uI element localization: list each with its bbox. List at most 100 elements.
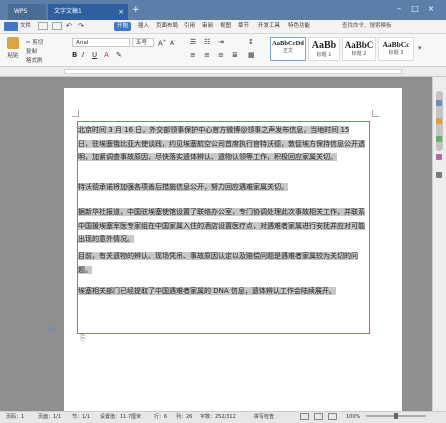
paragraph-5[interactable]: 埃塞相关部门已经提取了中国遇难者家属的 DNA 信息，遗体辨认工作会陆续展开。 [78, 285, 365, 299]
cut-label: 剪切 [32, 40, 44, 46]
menu-references[interactable]: 引用 [184, 22, 195, 31]
side-tool-icon-3[interactable] [436, 136, 442, 142]
web-view-icon[interactable] [314, 413, 323, 420]
menu-developer[interactable]: 开发工具 [258, 22, 280, 31]
style-heading-1[interactable]: AaBb 标题 1 [308, 37, 340, 61]
align-left-icon[interactable]: ≡ [190, 51, 196, 59]
shrink-font-icon[interactable]: A- [170, 38, 176, 47]
paragraph-2-text: 特沃德承诺将加强各项善后措施信息公开，努力回应遇难家属关切。 [78, 183, 288, 191]
ruler [0, 67, 446, 77]
menu-features[interactable]: 特色功能 [288, 22, 310, 31]
print-icon[interactable] [52, 22, 62, 30]
highlight-icon[interactable]: ✎ [116, 51, 122, 59]
status-word-count[interactable]: 字数：252/312 [200, 412, 236, 422]
styles-more-icon[interactable]: ▾ [418, 44, 422, 52]
paragraph-1-text: 北京时间 3 月 16 日，外交部领事保护中心官方微博@领事之声发布信息，当地时… [78, 126, 365, 161]
file-menu-icon[interactable] [4, 22, 18, 31]
margin-mark-top-right [372, 110, 379, 117]
menu-view[interactable]: 视图 [220, 22, 231, 31]
status-page-number: 页码：1 [6, 414, 25, 420]
tab-document-label: 文字文稿1 [54, 8, 82, 15]
menu-chapter[interactable]: 章节 [238, 22, 249, 31]
style-normal[interactable]: AaBbCcDd 正文 [270, 37, 306, 61]
save-icon[interactable] [38, 22, 48, 30]
grow-font-icon[interactable]: A+ [158, 38, 166, 47]
format-painter-label: 格式刷 [26, 58, 43, 64]
side-tool-icon-2[interactable] [436, 118, 442, 124]
indent-icon[interactable]: ⇥ [218, 38, 224, 46]
style-heading-2[interactable]: AaBbC 标题 2 [342, 37, 376, 61]
status-column: 列：26 [176, 414, 193, 420]
paste-icon [7, 37, 19, 49]
font-color-icon[interactable]: A [104, 51, 109, 59]
margin-mark-top-left [72, 110, 79, 117]
numbered-list-icon[interactable]: ☷ [204, 38, 210, 46]
undo-icon[interactable]: ↶ [66, 22, 72, 31]
underline-icon[interactable]: U [92, 51, 97, 59]
status-pages: 页面：1/1 [38, 414, 62, 420]
status-section: 节：1/1 [72, 414, 91, 420]
spell-check-button[interactable]: 拼写检查 [254, 412, 274, 422]
paragraph-3-text: 据新华社报道，中国驻埃塞使馆设置了联络办公室，专门协调处理此次事故相关工作，并联… [78, 208, 365, 243]
align-right-icon[interactable]: ≡ [218, 51, 224, 59]
paste-label: 粘贴 [7, 53, 19, 59]
menu-review[interactable]: 审阅 [202, 22, 213, 31]
close-tab-icon[interactable]: × [118, 4, 124, 20]
zoom-level[interactable]: 100% [346, 412, 360, 422]
close-button[interactable]: × [424, 3, 438, 15]
menu-insert[interactable]: 插入 [138, 22, 149, 31]
side-tool-icon-1[interactable] [436, 100, 442, 106]
justify-icon[interactable]: ≣ [232, 51, 238, 59]
tab-wps[interactable]: WPS [8, 4, 46, 20]
align-center-icon[interactable]: ≡ [204, 51, 210, 59]
status-row: 行：6 [154, 414, 168, 420]
cut-button[interactable]: ✂ 剪切 [26, 38, 43, 46]
read-view-icon[interactable] [328, 413, 337, 420]
style-heading-1-name: 标题 1 [316, 52, 332, 58]
line-spacing-icon[interactable]: ↕ [248, 38, 254, 46]
paragraph-1[interactable]: 北京时间 3 月 16 日，外交部领事保护中心官方微博@领事之声发布信息，当地时… [78, 124, 365, 165]
style-heading-3[interactable]: AaBbCc 标题 3 [378, 37, 414, 61]
style-heading-2-name: 标题 2 [351, 51, 367, 57]
tab-document[interactable]: 文字文稿1 × [48, 4, 128, 20]
menu-start[interactable]: 开始 [114, 22, 132, 31]
paragraph-5-text: 埃塞相关部门已经提取了中国遇难者家属的 DNA 信息，遗体辨认工作会陆续展开。 [78, 287, 336, 295]
paragraph-handle-icon[interactable]: ▤ [48, 326, 55, 334]
new-tab-icon[interactable]: + [132, 5, 142, 15]
side-tool-icon-4[interactable] [436, 154, 442, 160]
status-setting: 设置值：11.7厘米 [100, 414, 142, 420]
style-heading-2-sample: AaBbC [344, 40, 374, 50]
menu-file[interactable]: 文件 [20, 22, 31, 31]
italic-icon[interactable]: I [82, 51, 84, 59]
style-normal-name: 正文 [282, 48, 293, 54]
bold-icon[interactable]: B [72, 51, 77, 59]
page-view-icon[interactable] [300, 413, 309, 420]
zoom-slider-thumb[interactable] [394, 413, 398, 419]
style-heading-1-sample: AaBb [311, 40, 337, 51]
paragraph-4-text: 目前，有关遗物的辨认、现场凭吊、事故原因认定以及赔偿问题是遇难者家属较为关切的问… [78, 252, 358, 274]
format-painter-button[interactable]: 格式刷 [26, 56, 43, 64]
minimize-button[interactable]: – [392, 3, 406, 15]
side-tool-icon-5[interactable] [436, 172, 442, 178]
bullet-list-icon[interactable]: ☰ [190, 38, 196, 46]
paragraph-2[interactable]: 特沃德承诺将加强各项善后措施信息公开，努力回应遇难家属关切。 [78, 181, 365, 195]
borders-icon[interactable]: ▦ [248, 51, 255, 59]
paragraph-4[interactable]: 目前，有关遗物的辨认、现场凭吊、事故原因认定以及赔偿问题是遇难者家属较为关切的问… [78, 250, 365, 277]
command-search[interactable]: 查找命令、搜索模板 [342, 22, 392, 31]
copy-button[interactable]: 复制 [26, 47, 37, 55]
tab-wps-label: WPS [14, 8, 28, 15]
menu-page-layout[interactable]: 页面布局 [156, 22, 178, 31]
copy-label: 复制 [26, 49, 38, 55]
zoom-slider[interactable] [366, 413, 426, 419]
vertical-scrollbar[interactable] [432, 77, 446, 411]
paste-options-icon[interactable]: ⎘ [80, 334, 86, 343]
style-heading-3-name: 标题 3 [388, 50, 404, 56]
paragraph-3[interactable]: 据新华社报道，中国驻埃塞使馆设置了联络办公室，专门协调处理此次事故相关工作，并联… [78, 206, 365, 247]
redo-icon[interactable]: ↷ [78, 22, 84, 31]
style-heading-3-sample: AaBbCc [382, 40, 410, 49]
maximize-button[interactable]: □ [408, 3, 422, 15]
paste-button[interactable]: 粘贴 [4, 37, 22, 59]
font-size-select[interactable]: 五号 [132, 38, 154, 47]
font-family-select[interactable]: Arial [72, 38, 130, 47]
style-normal-sample: AaBbCcDd [272, 40, 304, 47]
